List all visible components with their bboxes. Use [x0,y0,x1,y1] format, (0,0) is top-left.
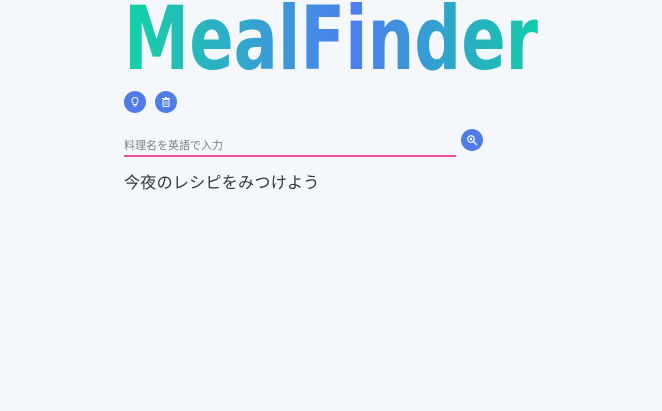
search-icon [467,135,478,146]
search-button[interactable] [461,129,483,151]
tip-button[interactable] [124,91,146,113]
logo-text: MealFinder [124,0,538,72]
search-field-container [124,134,456,157]
clear-button[interactable] [155,91,177,113]
trash-icon [162,97,170,107]
meal-finder-logo: MealFinder [124,0,538,72]
page-tagline: 今夜のレシピをみつけよう [124,173,320,192]
meal-finder-app: MealFinder 今夜のレシピをみつけよう [0,0,662,411]
lightbulb-icon [131,96,139,107]
search-input[interactable] [124,137,456,157]
